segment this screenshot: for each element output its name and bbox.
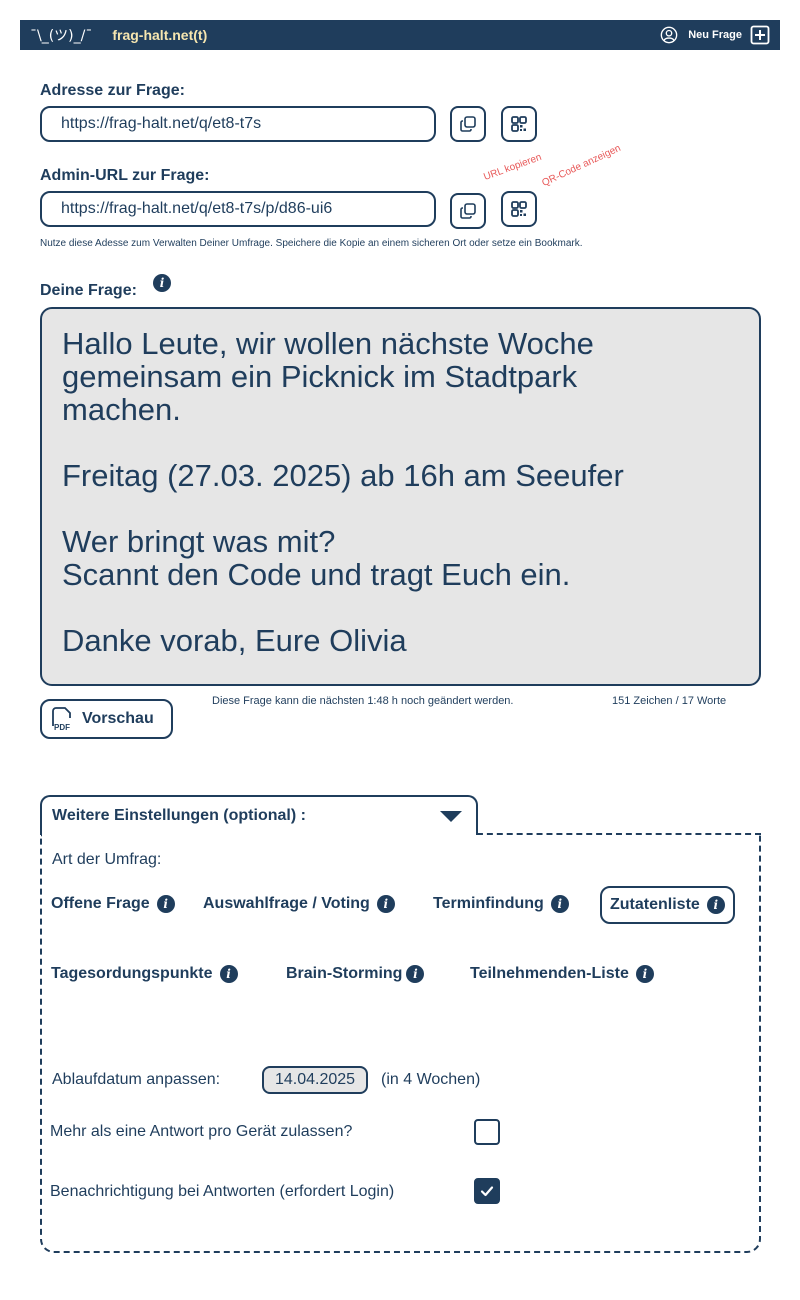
- qr-code-icon: [511, 201, 527, 217]
- settings-title: Weitere Einstellungen (optional) :: [52, 807, 306, 824]
- qr-code-icon: [511, 116, 527, 132]
- survey-type-label-text: Brain-Storming: [286, 965, 403, 982]
- survey-type-auswahlfrage[interactable]: Auswahlfrage / Voting i: [203, 895, 395, 913]
- survey-type-label-text: Terminfindung: [433, 895, 544, 912]
- settings-toggle[interactable]: Weitere Einstellungen (optional) :: [40, 795, 478, 835]
- admin-url-field[interactable]: https://frag-halt.net/q/et8-t7s/p/d86-ui…: [40, 191, 436, 227]
- survey-type-label-text: Teilnehmenden-Liste: [470, 965, 629, 982]
- notify-label: Benachrichtigung bei Antworten (erforder…: [50, 1183, 395, 1200]
- address-label: Adresse zur Frage:: [40, 82, 185, 99]
- pdf-preview-button[interactable]: PDF Vorschau: [40, 699, 173, 739]
- copy-url-hint: URL kopieren: [482, 151, 544, 183]
- qr-admin-url-button[interactable]: [501, 191, 537, 227]
- survey-type-label-text: Auswahlfrage / Voting: [203, 895, 370, 912]
- survey-type-terminfindung[interactable]: Terminfindung i: [433, 895, 569, 913]
- survey-type-teilnehmenden-liste[interactable]: Teilnehmenden-Liste i: [470, 965, 654, 983]
- survey-type-label-text: Zutatenliste: [610, 896, 700, 913]
- pdf-icon: PDF: [52, 707, 71, 732]
- multi-answer-checkbox[interactable]: [474, 1119, 500, 1145]
- survey-type-label-text: Tagesordungspunkte: [51, 965, 213, 982]
- qr-code-hint: QR-Code anzeigen: [540, 142, 623, 189]
- survey-type-brain-storming[interactable]: Brain-Storming i: [286, 965, 425, 983]
- info-icon[interactable]: i: [156, 895, 175, 913]
- header-actions: Neu Frage: [660, 25, 770, 45]
- preview-label: Vorschau: [82, 710, 154, 727]
- survey-type-label-text: Offene Frage: [51, 895, 150, 912]
- qr-address-button[interactable]: [501, 106, 537, 142]
- notify-checkbox[interactable]: [474, 1178, 500, 1204]
- admin-url-label: Admin-URL zur Frage:: [40, 167, 210, 184]
- svg-text:PDF: PDF: [54, 723, 70, 732]
- expiry-date-input[interactable]: 14.04.2025: [262, 1066, 368, 1094]
- survey-type-label: Art der Umfrag:: [52, 851, 162, 868]
- expiry-label: Ablaufdatum anpassen:: [52, 1071, 221, 1088]
- admin-url-note: Nutze diese Adesse zum Verwalten Deiner …: [40, 238, 583, 249]
- brand-title[interactable]: frag-halt.net(t): [112, 27, 207, 43]
- info-icon[interactable]: i: [406, 965, 425, 983]
- new-question-link[interactable]: Neu Frage: [688, 29, 742, 41]
- survey-type-tagesordnungspunkte[interactable]: Tagesordungspunkte i: [51, 965, 238, 983]
- copy-icon: [460, 203, 476, 219]
- info-icon[interactable]: i: [550, 895, 569, 913]
- plus-icon[interactable]: [750, 25, 770, 45]
- question-label: Deine Frage:: [40, 282, 137, 299]
- question-textarea[interactable]: Hallo Leute, wir wollen nächste Woche ge…: [40, 307, 761, 686]
- survey-type-zutatenliste[interactable]: Zutatenliste i: [600, 886, 735, 924]
- question-info-icon[interactable]: i: [153, 274, 171, 292]
- caret-down-icon: [440, 811, 462, 822]
- address-url-field[interactable]: https://frag-halt.net/q/et8-t7s: [40, 106, 436, 142]
- multi-answer-label: Mehr als eine Antwort pro Gerät zulassen…: [50, 1123, 353, 1140]
- copy-address-button[interactable]: [450, 106, 486, 142]
- info-icon[interactable]: i: [219, 965, 238, 983]
- edit-time-note: Diese Frage kann die nächsten 1:48 h noc…: [212, 695, 514, 707]
- copy-admin-url-button[interactable]: [450, 193, 486, 229]
- info-icon[interactable]: i: [376, 895, 395, 913]
- expiry-hint: (in 4 Wochen): [381, 1071, 481, 1088]
- char-word-counter: 151 Zeichen / 17 Worte: [612, 695, 727, 707]
- top-bar: ¯\_(ツ)_/¯ frag-halt.net(t) Neu Frage: [20, 20, 780, 50]
- checkmark-icon: [480, 1186, 494, 1197]
- copy-icon: [460, 116, 476, 132]
- user-icon[interactable]: [660, 26, 678, 44]
- info-icon[interactable]: i: [706, 896, 725, 914]
- shrug-logo: ¯\_(ツ)_/¯: [30, 28, 93, 44]
- info-icon[interactable]: i: [635, 965, 654, 983]
- survey-type-offene-frage[interactable]: Offene Frage i: [51, 895, 175, 913]
